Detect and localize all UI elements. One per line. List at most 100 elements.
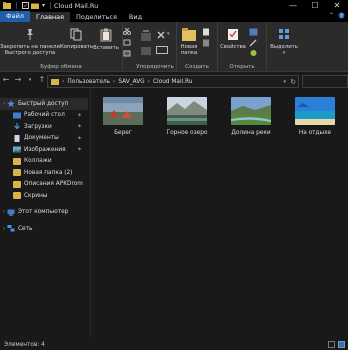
edit-icon[interactable] <box>249 39 258 47</box>
file-item[interactable]: На отдыхе <box>287 97 343 136</box>
address-dropdown-icon[interactable]: ▾ <box>283 79 286 85</box>
pin-icon[interactable]: ✦ <box>77 123 82 130</box>
open-group-label: Открыть <box>229 64 255 70</box>
pane-divider[interactable] <box>90 88 91 338</box>
expand-chevron-icon[interactable]: › <box>3 101 5 107</box>
folder-icon <box>13 192 21 200</box>
clipboard-group-label: Буфер обмена <box>40 64 82 70</box>
address-bar[interactable]: › Пользователь › SAV_AVG › Cloud Mail.Ru… <box>47 75 299 88</box>
clipboard-icon <box>100 28 112 42</box>
breadcrumb-chevron-icon: › <box>113 78 116 85</box>
create-group: Новая папка Создать <box>177 22 218 71</box>
expand-chevron-icon[interactable]: › <box>3 209 5 215</box>
tab-home[interactable]: Главная <box>29 12 71 22</box>
copy-label: Копировать <box>60 44 94 50</box>
document-icon <box>14 134 20 142</box>
sidebar-item-apkdrom-descriptions[interactable]: Описания APKDrom <box>0 179 88 191</box>
properties-button[interactable]: Свойства <box>219 28 247 50</box>
copy-path-icon[interactable] <box>123 39 131 46</box>
delete-dropdown-icon[interactable]: ▾ <box>167 31 170 37</box>
new-folder-quick-icon[interactable] <box>31 2 39 9</box>
pin-quick-access-button[interactable]: Закрепить на панели быстрого доступа <box>0 28 60 56</box>
paste-label: Вставить <box>93 45 119 51</box>
sidebar-item-network[interactable]: › Сеть <box>0 223 88 235</box>
sidebar-item-quick-access[interactable]: › Быстрый доступ <box>0 98 88 110</box>
move-to-icon[interactable] <box>140 30 152 42</box>
collapse-ribbon-icon[interactable]: ⌃ <box>329 12 334 19</box>
close-button[interactable]: ✕ <box>326 0 348 11</box>
select-dropdown-icon: ▾ <box>282 50 286 56</box>
pin-icon[interactable]: ✦ <box>77 135 82 142</box>
item-count: Элементов: 4 <box>4 341 45 348</box>
sidebar-item-this-pc[interactable]: › Этот компьютер <box>0 207 88 219</box>
pin-icon[interactable]: ✦ <box>77 112 82 119</box>
new-folder-button[interactable]: Новая папка <box>178 28 200 56</box>
ribbon-tabs: Файл Главная Поделиться Вид ⌃ ? <box>0 11 348 22</box>
search-input[interactable] <box>302 75 348 88</box>
new-item-icon[interactable] <box>202 28 212 36</box>
minimize-button[interactable]: — <box>282 0 304 11</box>
maximize-button[interactable]: ☐ <box>304 0 326 11</box>
navigation-pane: › Быстрый доступ Рабочий стол ✦ Загрузки… <box>0 98 88 338</box>
select-group: Выделить ▾ <box>267 22 301 71</box>
sidebar-item-downloads[interactable]: Загрузки ✦ <box>0 121 88 133</box>
title-separator <box>16 2 17 9</box>
sidebar-item-label: Рабочий стол <box>24 112 65 119</box>
address-folder-icon <box>51 79 59 85</box>
title-separator <box>50 2 52 9</box>
breadcrumb-item[interactable]: Пользователь <box>67 79 110 85</box>
sidebar-item-documents[interactable]: Документы ✦ <box>0 133 88 145</box>
title-bar: ▾ Cloud Mail.Ru — ☐ ✕ <box>0 0 348 11</box>
delete-icon[interactable] <box>156 30 166 40</box>
recent-dropdown-icon[interactable]: ▾ <box>24 77 36 83</box>
create-group-label: Создать <box>185 64 209 70</box>
folder-icon <box>13 169 21 177</box>
cut-icon[interactable] <box>123 27 131 35</box>
download-icon <box>14 123 20 130</box>
forward-arrow-icon[interactable]: → <box>12 75 24 84</box>
sidebar-item-pictures[interactable]: Изображения ✦ <box>0 144 88 156</box>
refresh-icon[interactable]: ↻ <box>290 78 296 86</box>
ribbon: Закрепить на панели быстрого доступа Коп… <box>0 22 348 72</box>
sidebar-item-desktop[interactable]: Рабочий стол ✦ <box>0 110 88 122</box>
sidebar-item-screenshots[interactable]: Скрины <box>0 190 88 202</box>
sidebar-item-new-folder-2[interactable]: Новая папка (2) <box>0 167 88 179</box>
breadcrumb-item[interactable]: SAV_AVG <box>118 79 144 85</box>
file-list: Берег Горное озеро Долина реки На отдыхе <box>95 94 348 334</box>
paste-button[interactable]: Вставить <box>93 28 119 51</box>
file-name: Долина реки <box>231 130 271 136</box>
open-icon[interactable] <box>249 28 258 36</box>
tab-file[interactable]: Файл <box>0 11 30 22</box>
paste-shortcut-icon[interactable] <box>123 50 131 57</box>
file-item[interactable]: Горное озеро <box>159 97 215 136</box>
details-view-icon[interactable] <box>328 341 335 348</box>
easy-access-icon[interactable] <box>202 39 212 47</box>
rename-icon[interactable] <box>156 46 168 54</box>
sidebar-item-collages[interactable]: Коллажи <box>0 156 88 168</box>
copy-to-icon[interactable] <box>140 46 152 56</box>
back-arrow-icon[interactable]: ← <box>0 75 12 84</box>
tab-share[interactable]: Поделиться <box>70 12 123 22</box>
file-item[interactable]: Берег <box>95 97 151 136</box>
large-icons-view-icon[interactable] <box>338 341 345 348</box>
folder-icon <box>13 180 21 188</box>
properties-quick-icon[interactable] <box>22 2 29 9</box>
help-icon[interactable]: ? <box>338 12 345 19</box>
organize-group-label: Упорядочить <box>136 64 174 70</box>
svg-text:?: ? <box>340 14 343 20</box>
pin-icon <box>27 29 33 40</box>
quick-access-dropdown-icon[interactable]: ▾ <box>42 2 45 9</box>
small-clipboard-actions <box>123 27 133 59</box>
select-button[interactable]: Выделить ▾ <box>269 28 299 56</box>
image-thumbnail <box>295 97 335 125</box>
star-icon <box>7 100 15 108</box>
breadcrumb-item[interactable]: Cloud Mail.Ru <box>153 79 192 85</box>
history-icon[interactable] <box>249 49 258 57</box>
pin-icon[interactable]: ✦ <box>77 146 82 153</box>
copy-button[interactable]: Копировать <box>60 28 94 50</box>
explorer-window: ▾ Cloud Mail.Ru — ☐ ✕ Файл Главная Подел… <box>0 0 348 350</box>
file-item[interactable]: Долина реки <box>223 97 279 136</box>
sidebar-item-label: Документы <box>24 135 59 142</box>
tab-view[interactable]: Вид <box>123 12 148 22</box>
expand-chevron-icon[interactable]: › <box>3 226 5 232</box>
